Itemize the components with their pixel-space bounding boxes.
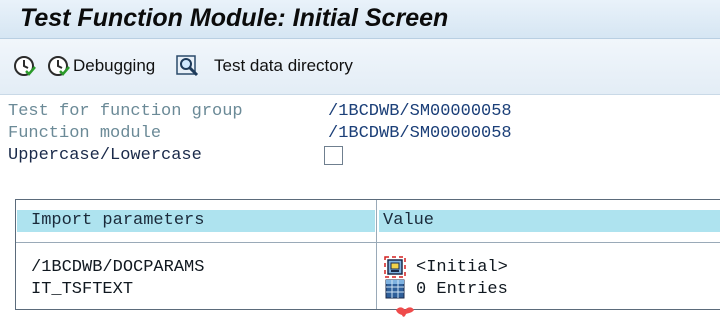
- param-name-docparams: /1BCDWB/DOCPARAMS: [31, 258, 205, 277]
- header-divider: [16, 242, 720, 243]
- test-data-directory-button[interactable]: Test data directory: [176, 49, 353, 83]
- execute-button[interactable]: [12, 49, 36, 83]
- title-bar: Test Function Module: Initial Screen: [0, 0, 720, 39]
- structure-icon[interactable]: [384, 256, 406, 278]
- debug-clock-icon: [48, 56, 70, 76]
- column-header-value: Value: [379, 210, 720, 232]
- value-docparams: <Initial>: [416, 258, 508, 277]
- function-module-value: /1BCDWB/SM00000058: [328, 124, 512, 143]
- clock-check-icon: [14, 56, 36, 76]
- param-name-it-tsftext: IT_TSFTEXT: [31, 280, 134, 299]
- page-title: Test Function Module: Initial Screen: [20, 4, 449, 32]
- import-parameters-table: Import parameters Value /1BCDWB/DOCPARAM…: [15, 199, 720, 310]
- value-it-tsftext: 0 Entries: [416, 280, 508, 299]
- debugging-button[interactable]: Debugging: [46, 49, 155, 83]
- application-toolbar: Debugging Test data directory: [0, 39, 720, 95]
- column-header-import-parameters: Import parameters: [17, 210, 375, 232]
- table-icon[interactable]: [384, 278, 406, 300]
- red-cursor-mark: [396, 307, 414, 317]
- column-divider: [376, 200, 377, 309]
- uppercase-checkbox[interactable]: [324, 146, 343, 165]
- magnifier-directory-icon: [176, 55, 199, 77]
- debugging-label: Debugging: [73, 56, 156, 75]
- function-group-label: Test for function group: [8, 102, 243, 121]
- function-module-label: Function module: [8, 124, 162, 143]
- uppercase-label: Uppercase/Lowercase: [8, 146, 202, 165]
- test-data-directory-label: Test data directory: [214, 56, 353, 75]
- function-group-value: /1BCDWB/SM00000058: [328, 102, 512, 121]
